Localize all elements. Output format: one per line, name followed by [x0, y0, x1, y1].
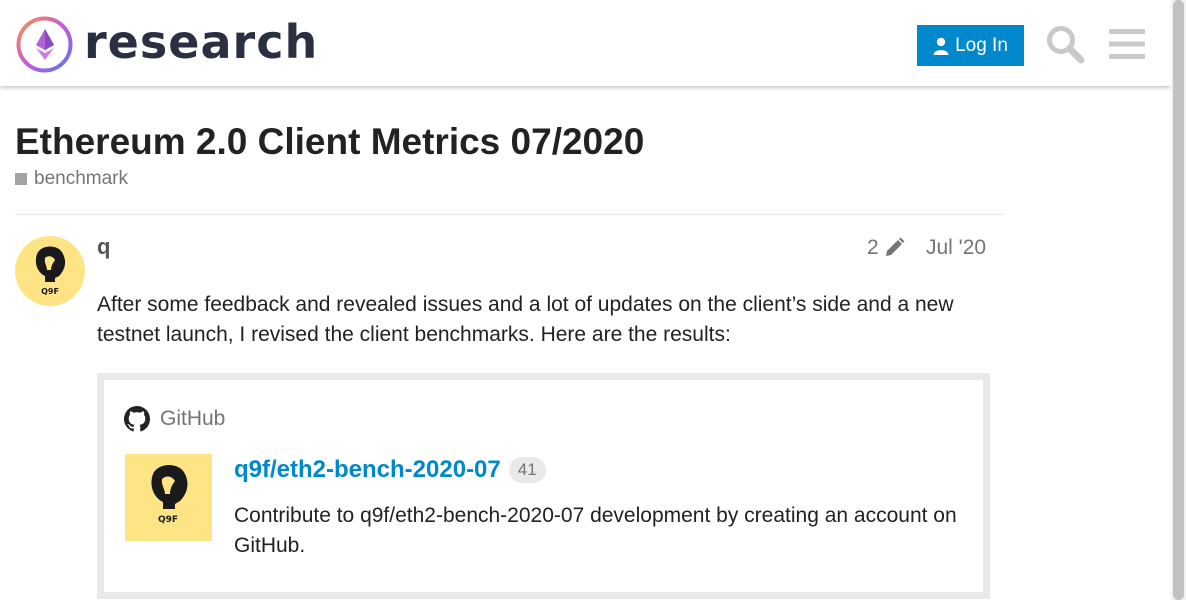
user-avatar[interactable]: Q9F [15, 236, 85, 306]
site-header: research Log In [0, 0, 1171, 86]
title-divider [15, 214, 1004, 215]
ethereum-research-logo[interactable] [16, 16, 73, 73]
page-scrollbar[interactable] [1171, 0, 1186, 600]
onebox-source-label: GitHub [160, 407, 226, 430]
pencil-icon [885, 237, 905, 256]
q9f-repo-image: Q9F [151, 465, 188, 525]
user-icon [933, 37, 949, 55]
post-body: After some feedback and revealed issues … [97, 293, 954, 346]
repo-image-text: Q9F [158, 515, 178, 525]
edit-count: 2 [867, 236, 879, 259]
edit-history-button[interactable]: 2 [867, 236, 905, 260]
category-label: benchmark [34, 168, 128, 189]
repo-title-row: q9f/eth2-bench-2020-07 41 [234, 456, 546, 484]
github-icon [124, 406, 150, 432]
category-color-swatch [15, 173, 27, 185]
scrollbar-thumb[interactable] [1173, 0, 1184, 600]
login-button[interactable]: Log In [917, 25, 1024, 66]
github-onebox: GitHub Q9F q9f/eth2-bench-2020-07 41 Con… [97, 373, 990, 599]
topic-title[interactable]: Ethereum 2.0 Client Metrics 07/2020 [15, 120, 644, 164]
repo-thumbnail[interactable]: Q9F [125, 454, 212, 541]
site-title[interactable]: research [84, 14, 318, 70]
onebox-source[interactable]: GitHub [124, 406, 225, 432]
q9f-avatar-image: Q9F [35, 246, 66, 296]
avatar-text: Q9F [41, 287, 59, 296]
star-count-badge: 41 [508, 457, 546, 483]
repo-description: Contribute to q9f/eth2-bench-2020-07 dev… [234, 504, 957, 557]
repo-link[interactable]: q9f/eth2-bench-2020-07 [234, 456, 501, 484]
hamburger-menu-icon[interactable] [1107, 24, 1147, 64]
category-badge[interactable]: benchmark [15, 168, 128, 190]
post-username[interactable]: q [97, 234, 110, 260]
post-date[interactable]: Jul '20 [926, 236, 986, 260]
login-label: Log In [955, 34, 1008, 56]
search-icon[interactable] [1045, 24, 1085, 64]
